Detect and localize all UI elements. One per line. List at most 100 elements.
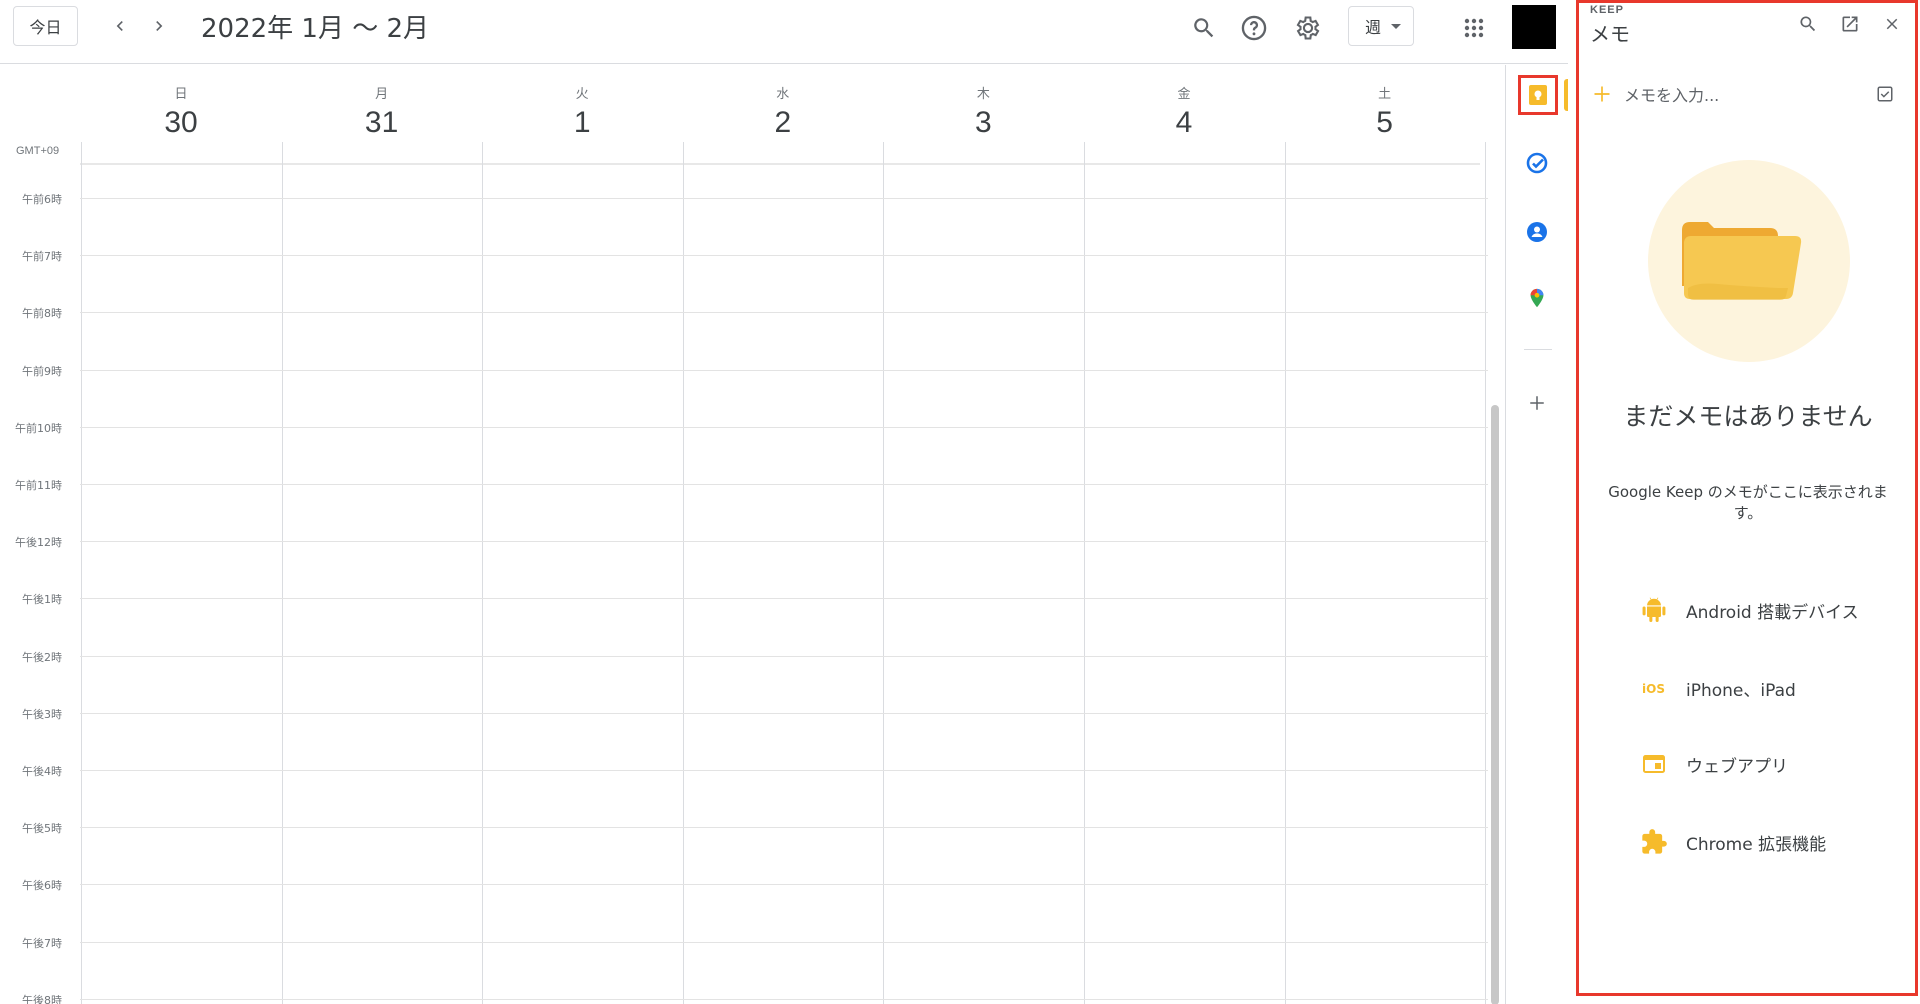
day-number[interactable]: 2 xyxy=(683,106,883,140)
rail-divider xyxy=(1524,349,1552,350)
new-list-button[interactable] xyxy=(1876,85,1894,108)
chevron-right-icon xyxy=(156,21,163,31)
puzzle-icon xyxy=(1640,828,1668,856)
hour-label: 午後3時 xyxy=(22,707,62,721)
day-name: 土 xyxy=(1378,87,1392,102)
hour-gridline xyxy=(80,541,1488,543)
view-selector[interactable]: 週 xyxy=(1348,6,1414,46)
keep-panel-title: メモ xyxy=(1590,22,1630,46)
calendar-scrollbar[interactable] xyxy=(1491,405,1499,1004)
page-title: 2022年 1月 〜 2月 xyxy=(201,14,430,44)
take-note-input[interactable]: メモを入力... xyxy=(1592,80,1902,108)
hour-label: 午前11時 xyxy=(15,479,62,492)
day-header[interactable]: 木3 xyxy=(883,65,1083,140)
hour-label: 午後8時 xyxy=(22,993,62,1004)
apps-button[interactable] xyxy=(1454,8,1494,48)
hour-gridline xyxy=(80,712,1488,714)
day-name: 月 xyxy=(375,87,389,102)
day-name: 日 xyxy=(174,87,188,102)
day-header[interactable]: 日 30 xyxy=(81,65,281,140)
folder-icon xyxy=(1682,222,1802,300)
add-addon-button[interactable] xyxy=(1521,387,1553,419)
platform-web-link[interactable]: ウェブアプリ xyxy=(1640,746,1900,782)
hour-label: 午後4時 xyxy=(22,765,62,778)
day-header[interactable]: 土5 xyxy=(1285,65,1485,140)
day-column-divider xyxy=(682,142,684,1004)
caret-down-icon xyxy=(1391,23,1402,29)
previous-week-button[interactable] xyxy=(104,10,136,42)
contacts-app-button[interactable] xyxy=(1521,216,1553,248)
hour-gridline xyxy=(80,998,1488,1000)
hour-label: 午後2時 xyxy=(22,650,62,664)
day-number[interactable]: 31 xyxy=(282,106,482,140)
hour-label: 午後1時 xyxy=(22,593,62,607)
settings-button[interactable] xyxy=(1288,8,1328,48)
day-number[interactable]: 1 xyxy=(482,106,682,140)
platform-chrome-link[interactable]: Chrome 拡張機能 xyxy=(1640,824,1900,860)
next-week-button[interactable] xyxy=(143,10,175,42)
day-header[interactable]: 金4 xyxy=(1084,65,1284,140)
day-header[interactable]: 水2 xyxy=(683,65,883,140)
tasks-icon xyxy=(1526,152,1548,174)
hour-gridline xyxy=(80,655,1488,657)
day-header[interactable]: 火1 xyxy=(482,65,682,140)
avatar[interactable] xyxy=(1512,5,1556,49)
chevron-left-icon xyxy=(116,21,123,31)
day-number[interactable]: 3 xyxy=(883,106,1083,140)
empty-state-subtitle: Google Keep のメモがここに表示されます。 xyxy=(1608,483,1888,522)
hour-gridline xyxy=(80,598,1488,600)
day-name: 火 xyxy=(575,87,589,102)
hour-gridline xyxy=(80,426,1488,428)
platform-label: iPhone、iPad xyxy=(1686,680,1796,701)
all-day-divider xyxy=(80,163,1480,165)
hour-gridline xyxy=(80,312,1488,314)
help-button[interactable] xyxy=(1234,8,1274,48)
tasks-app-button[interactable] xyxy=(1521,147,1553,179)
help-icon xyxy=(1241,15,1267,41)
day-name: 木 xyxy=(976,87,990,102)
day-number[interactable]: 30 xyxy=(81,106,281,140)
empty-state-illustration xyxy=(1648,160,1850,362)
view-label: 週 xyxy=(1365,18,1382,37)
keep-icon xyxy=(1529,85,1547,105)
maps-pin-icon xyxy=(1530,288,1544,308)
empty-state-title: まだメモはありません xyxy=(1623,402,1873,431)
search-icon xyxy=(1194,18,1214,38)
keep-search-button[interactable] xyxy=(1794,10,1822,38)
day-column-divider xyxy=(482,142,484,1004)
side-panel-rail xyxy=(1505,65,1569,1004)
keep-side-panel: KEEP メモ メモを入力... まだメモはありません Google Keep … xyxy=(1568,0,1920,1004)
close-panel-button[interactable] xyxy=(1878,10,1906,38)
hour-gridline xyxy=(80,198,1488,199)
android-icon xyxy=(1640,596,1668,624)
maps-app-button[interactable] xyxy=(1521,282,1553,314)
day-number[interactable]: 5 xyxy=(1285,106,1485,140)
day-name: 水 xyxy=(776,87,790,102)
platform-label: Android 搭載デバイス xyxy=(1686,602,1859,623)
platform-label: ウェブアプリ xyxy=(1686,756,1788,777)
hour-gridline xyxy=(80,884,1488,886)
web-app-icon xyxy=(1640,750,1668,778)
week-grid: 日 30 月 31 火 1 水 2 木 3 金 4 土 5 GMT+09 午前6時 午前7時 午前8時 午前9時… xyxy=(0,65,1505,1004)
platform-android-link[interactable]: Android 搭載デバイス xyxy=(1640,592,1900,628)
apps-grid-icon xyxy=(1464,18,1484,38)
day-header[interactable]: 月 31 xyxy=(282,65,482,140)
hour-gridline xyxy=(80,255,1488,257)
search-button[interactable] xyxy=(1184,8,1224,48)
hour-label: 午前6時 xyxy=(22,193,62,206)
timezone-label: GMT+09 xyxy=(16,145,60,157)
hour-gridline xyxy=(80,369,1488,371)
hour-label: 午前7時 xyxy=(22,250,62,264)
note-placeholder: メモを入力... xyxy=(1624,86,1720,105)
day-column-divider xyxy=(883,142,885,1004)
calendar-header: 今日 2022年 1月 〜 2月 週 xyxy=(0,0,1570,64)
keep-app-button[interactable] xyxy=(1518,75,1558,115)
platform-ios-link[interactable]: iOS iPhone、iPad xyxy=(1640,670,1900,706)
today-button[interactable]: 今日 xyxy=(13,6,78,46)
open-in-new-tab-button[interactable] xyxy=(1836,10,1864,38)
keep-brand-label: KEEP xyxy=(1590,4,1624,16)
contacts-icon xyxy=(1527,222,1547,242)
day-number[interactable]: 4 xyxy=(1084,106,1284,140)
checkbox-icon xyxy=(1877,86,1893,102)
day-name: 金 xyxy=(1177,87,1191,102)
